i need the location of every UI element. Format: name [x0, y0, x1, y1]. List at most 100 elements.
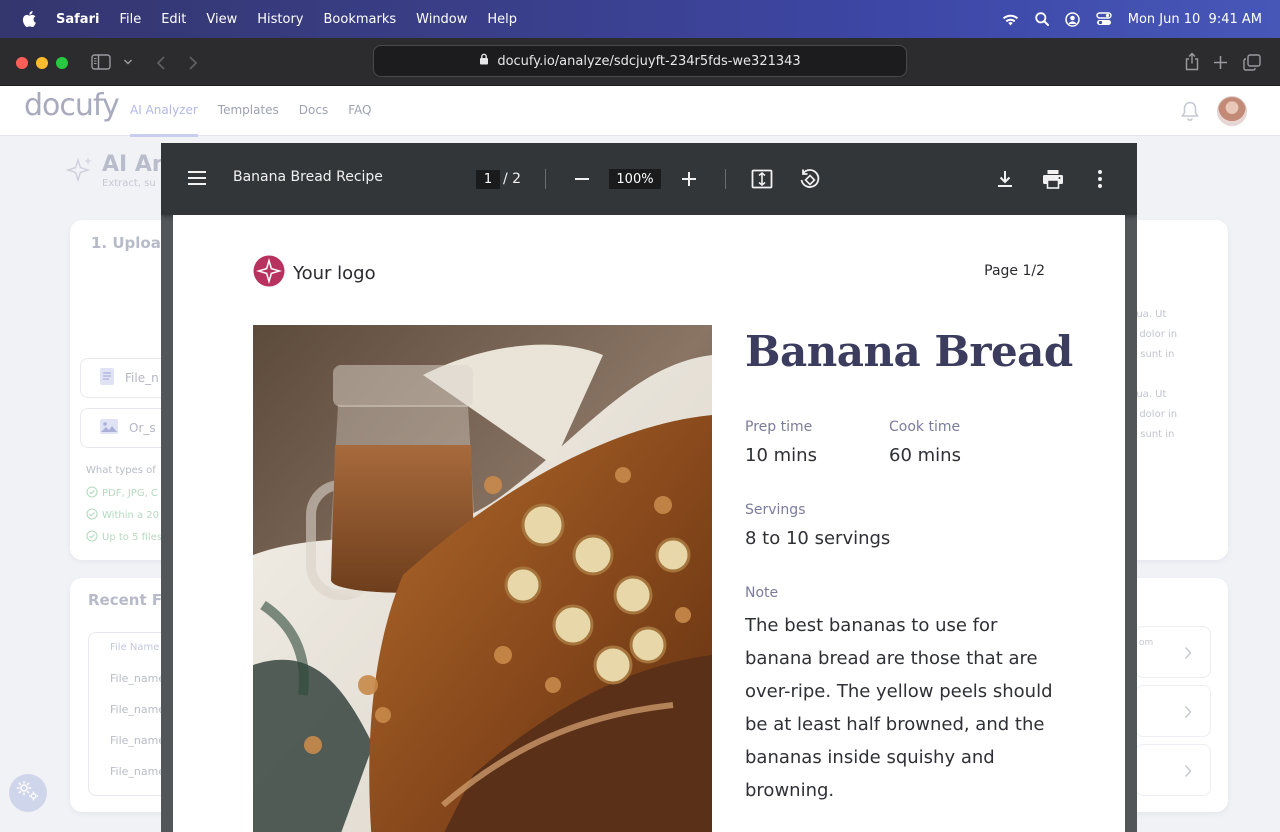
pdf-document-title: Banana Bread Recipe [233, 169, 383, 185]
hamburger-menu-icon[interactable] [187, 170, 207, 186]
forward-arrow-icon[interactable] [188, 55, 198, 71]
address-bar[interactable]: docufy.io/analyze/sdcjuyft-234r5fds-we32… [373, 45, 907, 77]
menubar-datetime[interactable]: Mon Jun 10 9:41 AM [1128, 12, 1262, 27]
gear-icon [15, 779, 41, 807]
menu-bookmarks[interactable]: Bookmarks [324, 12, 397, 27]
requirement-text: Within a 20 [102, 510, 160, 521]
recent-item-card[interactable] [1135, 626, 1211, 678]
wifi-icon[interactable] [1002, 13, 1019, 26]
file-types-label: What types of [86, 465, 156, 476]
print-icon[interactable] [1042, 169, 1064, 189]
recent-files-title: Recent Fil [88, 591, 173, 609]
current-page-input[interactable]: 1 [476, 170, 500, 189]
toolbar-divider [725, 169, 726, 189]
recent-item-card[interactable] [1135, 685, 1211, 737]
share-icon[interactable] [1184, 52, 1200, 71]
settings-fab-button[interactable] [9, 774, 47, 812]
check-circle-icon [86, 508, 98, 523]
recipe-title: Banana Bread [745, 327, 1073, 376]
requirement-item: PDF, JPG, C [86, 486, 158, 501]
search-icon[interactable] [1035, 12, 1049, 26]
docufy-logo[interactable]: docufy [24, 88, 120, 123]
user-avatar[interactable] [1217, 96, 1247, 126]
cook-time-value: 60 mins [889, 445, 961, 466]
help-line: e dolor in [1130, 409, 1178, 420]
rotate-icon[interactable] [798, 168, 822, 190]
browser-toolbar: docufy.io/analyze/sdcjuyft-234r5fds-we32… [0, 38, 1280, 86]
more-options-icon[interactable] [1097, 169, 1103, 189]
toolbar-divider [545, 169, 546, 189]
upload-section-title: 1. Upload [91, 234, 172, 252]
help-line: e dolor in [1130, 329, 1178, 340]
zoom-level-input[interactable]: 100% [609, 169, 661, 189]
nav-faq[interactable]: FAQ [348, 86, 371, 136]
requirement-item: Within a 20 [86, 508, 159, 523]
nav-ai-analyzer[interactable]: AI Analyzer [130, 86, 198, 137]
prep-time-label: Prep time [745, 419, 813, 435]
lock-icon [479, 53, 489, 69]
check-circle-icon [86, 530, 98, 545]
logo-text: Your logo [293, 262, 376, 284]
page-subtitle: Extract, su [102, 178, 156, 189]
servings-value: 8 to 10 servings [745, 528, 891, 549]
recent-item-card[interactable] [1135, 744, 1211, 796]
servings-label: Servings [745, 502, 806, 518]
table-row[interactable]: File_name [110, 765, 165, 778]
chevron-right-icon [1184, 645, 1192, 664]
star-logo-icon [253, 255, 285, 291]
help-line: qua. Ut [1130, 309, 1167, 320]
menu-edit[interactable]: Edit [161, 12, 186, 27]
chevron-down-icon[interactable] [123, 58, 133, 66]
table-row[interactable]: File_name [110, 734, 165, 747]
menu-help[interactable]: Help [487, 12, 517, 27]
notification-bell-icon[interactable] [1180, 100, 1200, 126]
zoom-out-icon[interactable] [573, 170, 591, 188]
check-circle-icon [86, 486, 98, 501]
download-icon[interactable] [995, 169, 1015, 189]
tab-overview-icon[interactable] [1243, 54, 1261, 71]
user-icon[interactable] [1065, 11, 1080, 27]
upload-help-text-1: qua. Ut e dolor in t, sunt in [1130, 305, 1177, 365]
back-arrow-icon[interactable] [156, 55, 166, 71]
chevron-right-icon [1184, 704, 1192, 723]
window-zoom-button[interactable] [56, 57, 68, 69]
nav-docs[interactable]: Docs [299, 86, 328, 136]
document-icon [99, 367, 115, 389]
file-input-placeholder: File_n [125, 371, 159, 385]
menu-window[interactable]: Window [416, 12, 467, 27]
pdf-viewer-toolbar: Banana Bread Recipe 1 / 2 100% [161, 143, 1137, 215]
nav-templates[interactable]: Templates [218, 86, 279, 136]
chevron-right-icon [1184, 763, 1192, 782]
menu-view[interactable]: View [206, 12, 237, 27]
url-text[interactable]: docufy.io/analyze/sdcjuyft-234r5fds-we32… [497, 54, 800, 69]
sparkle-icon [65, 156, 94, 190]
sidebar-toggle-icon[interactable] [91, 54, 111, 70]
recipe-logo: Your logo [253, 255, 376, 291]
help-line: t, sunt in [1130, 349, 1175, 360]
menu-file[interactable]: File [119, 12, 141, 27]
image-input-placeholder: Or_s [129, 421, 156, 435]
requirement-text: PDF, JPG, C [102, 488, 158, 499]
upload-help-text-2: qua. Ut e dolor in t, sunt in [1130, 385, 1177, 445]
table-row[interactable]: File_name [110, 703, 165, 716]
control-center-icon[interactable] [1096, 12, 1112, 26]
apple-logo-icon[interactable] [22, 11, 38, 27]
zoom-in-icon[interactable] [680, 170, 698, 188]
requirement-text: Up to 5 files [102, 532, 163, 543]
pdf-viewer: Banana Bread Recipe 1 / 2 100% Your logo… [161, 143, 1137, 832]
site-nav: AI Analyzer Templates Docs FAQ [130, 86, 371, 137]
requirement-item: Up to 5 files [86, 530, 162, 545]
window-close-button[interactable] [16, 57, 28, 69]
help-line: t, sunt in [1130, 429, 1175, 440]
menu-history[interactable]: History [257, 12, 303, 27]
table-header-file-name[interactable]: File Name [110, 642, 159, 653]
new-tab-plus-icon[interactable] [1213, 55, 1228, 70]
image-icon [99, 418, 119, 438]
macos-menu-bar: Safari File Edit View History Bookmarks … [0, 0, 1280, 38]
pdf-page: Your logo Page 1/2 Banana Bread Prep tim… [173, 215, 1125, 832]
help-line: qua. Ut [1130, 389, 1167, 400]
fit-to-page-icon[interactable] [751, 169, 773, 189]
window-minimize-button[interactable] [36, 57, 48, 69]
menu-app-safari[interactable]: Safari [56, 12, 99, 27]
table-row[interactable]: File_name [110, 672, 165, 685]
